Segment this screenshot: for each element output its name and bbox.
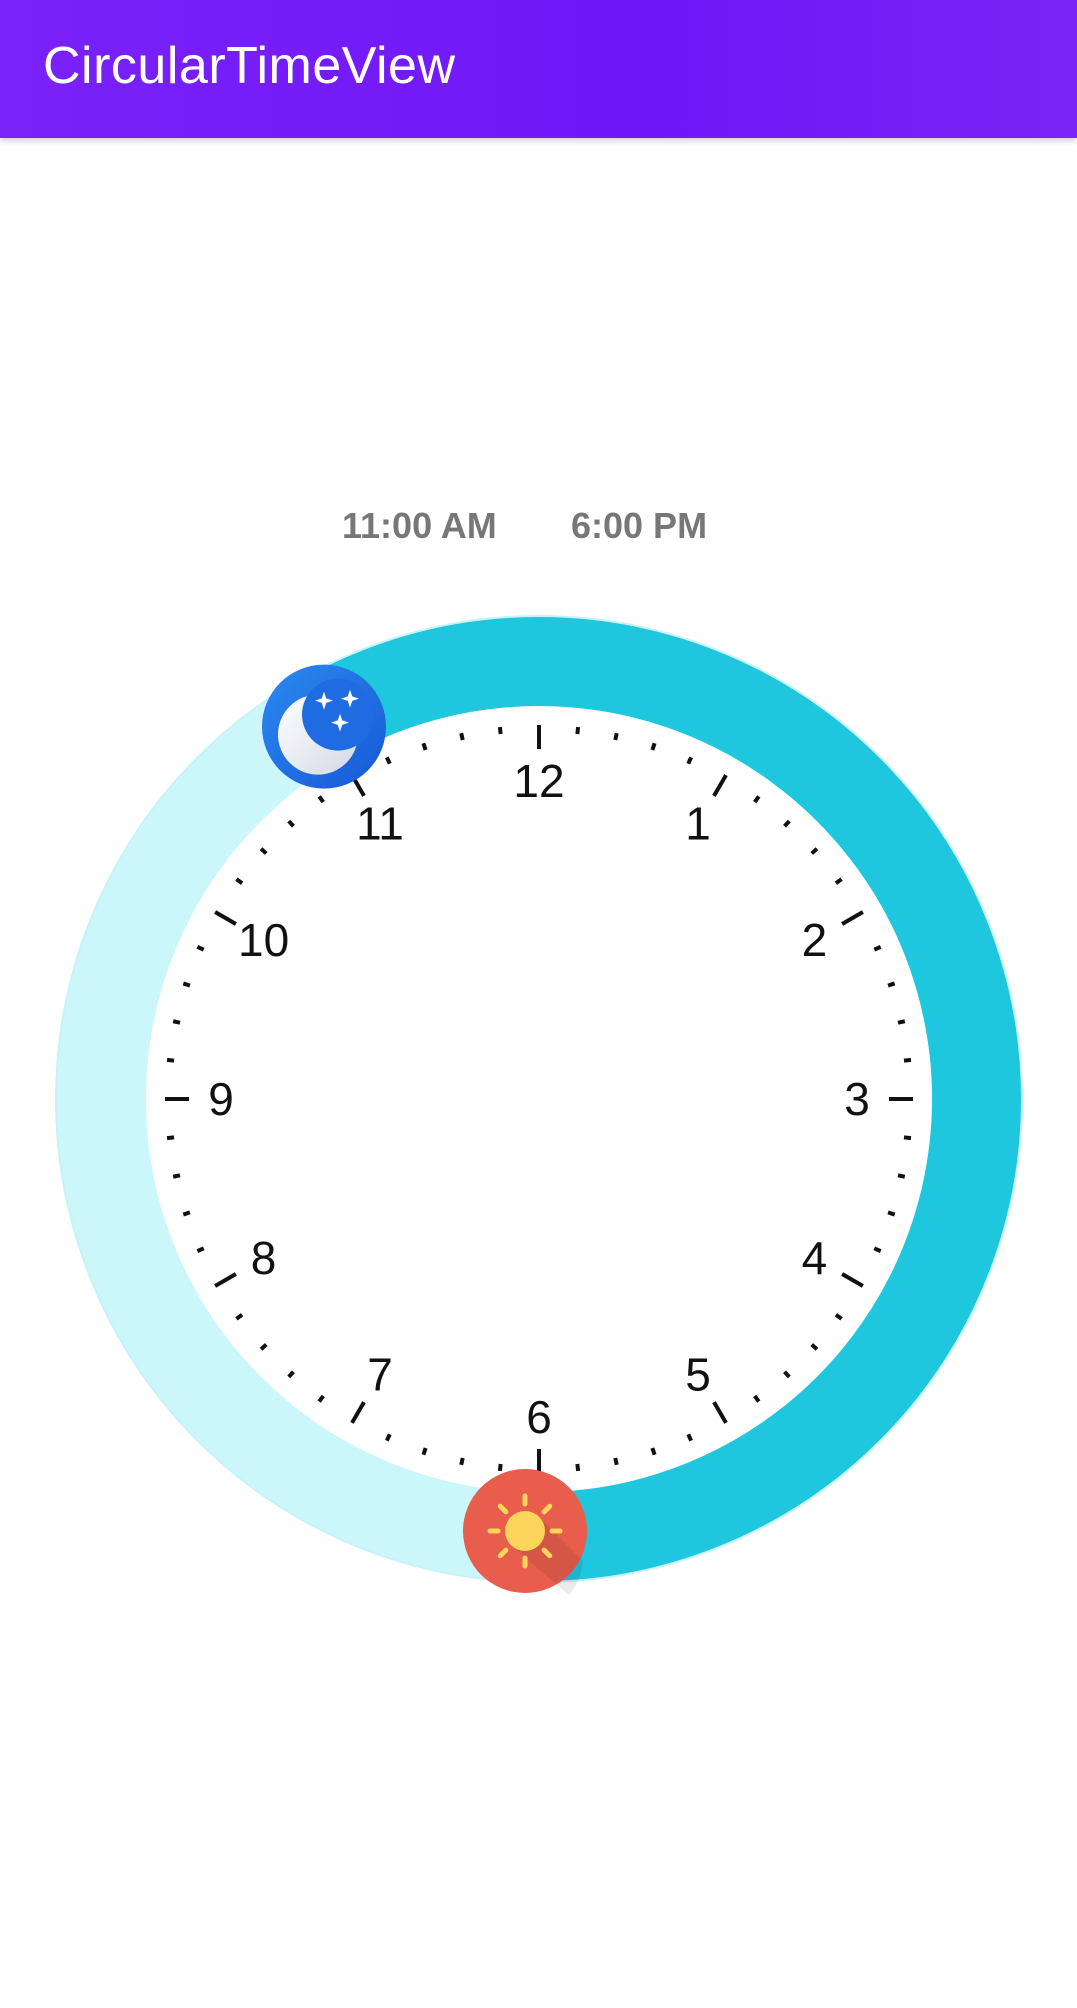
minute-tick [887,981,896,988]
minute-tick [421,1447,428,1456]
minute-tick [172,1173,181,1179]
clock-number: 11 [356,798,404,850]
circular-time-view[interactable]: 121234567891011 [0,0,1077,2008]
minute-tick [887,1210,896,1217]
minute-tick [421,742,428,751]
minute-tick [686,756,693,765]
app-bar: CircularTimeView [0,0,1077,138]
clock-number: 5 [685,1348,711,1400]
minute-tick [385,1433,392,1442]
minute-tick [196,1246,205,1253]
minute-tick [903,1057,912,1063]
minute-tick [385,756,392,765]
clock-face [147,707,931,1491]
minute-tick [613,1457,619,1466]
clock-number: 12 [513,755,564,807]
minute-tick [459,732,465,741]
minute-tick [459,1457,465,1466]
clock-number: 6 [526,1391,552,1443]
minute-tick [903,1135,912,1141]
clock-number: 7 [367,1348,393,1400]
minute-tick [897,1019,906,1025]
minute-tick [686,1433,693,1442]
clock-number: 8 [251,1232,277,1284]
clock-number: 9 [208,1073,234,1125]
minute-tick [166,1135,175,1141]
minute-tick [497,1463,503,1472]
minute-tick [497,726,503,735]
minute-tick [172,1019,181,1025]
clock-number: 10 [238,914,289,966]
minute-tick [897,1173,906,1179]
clock-number: 1 [685,798,711,850]
minute-tick [873,945,882,952]
minute-tick [182,1210,191,1217]
minute-tick [613,732,619,741]
minute-tick [166,1057,175,1063]
minute-tick [873,1246,882,1253]
minute-tick [650,1447,657,1456]
minute-tick [575,726,581,735]
clock-number: 4 [802,1232,828,1284]
clock-number: 2 [802,914,828,966]
minute-tick [575,1463,581,1472]
clock-number: 3 [844,1073,870,1125]
minute-tick [650,742,657,751]
minute-tick [196,945,205,952]
app-title: CircularTimeView [43,37,456,95]
start-knob[interactable] [262,664,386,789]
minute-tick [182,981,191,988]
